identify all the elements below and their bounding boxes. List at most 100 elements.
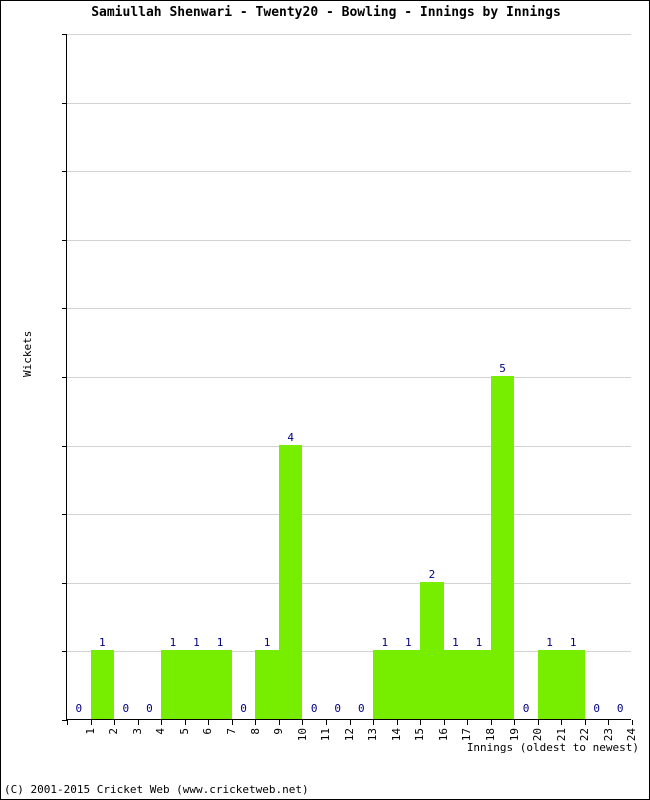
bar-column: 4 [278, 34, 303, 719]
bar-column: 0 [138, 34, 162, 719]
bar-value-label: 1 [475, 636, 483, 650]
bar [208, 650, 232, 719]
bar-value-label: 1 [193, 636, 200, 650]
bar-value-label: 0 [522, 702, 530, 715]
bar-column: 1 [373, 34, 397, 719]
x-tick-mark [608, 720, 610, 725]
bar-column: 5 [490, 34, 515, 719]
x-tick-label: 17 [460, 728, 474, 742]
x-tick-mark [349, 720, 351, 725]
x-tick-label: 7 [225, 728, 239, 735]
x-tick-label: 5 [177, 728, 191, 735]
bar [373, 650, 397, 719]
bar-value-label: 0 [146, 702, 153, 715]
x-tick-label: 11 [319, 728, 333, 742]
bar-column: 1 [396, 34, 421, 719]
bar-value-label: 1 [381, 636, 389, 650]
bar-value-label: 1 [98, 636, 106, 650]
x-tick-mark [302, 720, 304, 725]
x-tick-label: 3 [130, 728, 144, 735]
bar-value-label: 1 [569, 636, 577, 650]
x-tick-label: 9 [272, 728, 286, 735]
bar-column: 0 [585, 34, 609, 719]
bar [467, 650, 491, 719]
bar [255, 650, 279, 719]
x-tick-label: 22 [578, 728, 592, 742]
bar-value-label: 0 [593, 702, 600, 715]
bar-column: 0 [302, 34, 326, 719]
x-tick-mark [208, 720, 210, 725]
bar [490, 376, 515, 719]
bar-value-label: 1 [263, 636, 271, 650]
copyright-footer: (C) 2001-2015 Cricket Web (www.cricketwe… [4, 783, 309, 796]
bar-value-label: 0 [334, 702, 342, 715]
bar-value-label: 1 [546, 636, 553, 650]
bar [537, 650, 562, 719]
x-tick-label: 13 [366, 728, 380, 742]
x-tick-mark [137, 720, 139, 725]
x-tick-label: 15 [413, 728, 427, 742]
x-tick-label: 21 [554, 728, 568, 742]
x-axis-title: Innings (oldest to newest) [466, 741, 639, 754]
bar [90, 650, 115, 719]
bar [184, 650, 209, 719]
x-tick-mark [278, 720, 280, 725]
x-tick-mark [537, 720, 539, 725]
x-tick-mark [161, 720, 163, 725]
bar-column: 1 [208, 34, 232, 719]
bar-column: 0 [350, 34, 374, 719]
bar-column: 1 [443, 34, 468, 719]
x-tick-mark [114, 720, 116, 725]
x-tick-label: 18 [483, 728, 497, 742]
x-tick-mark [396, 720, 398, 725]
x-tick-mark [325, 720, 327, 725]
x-tick-label: 24 [625, 728, 639, 742]
bar [396, 650, 421, 719]
bar-value-label: 0 [310, 702, 318, 715]
x-tick-label: 20 [531, 728, 545, 742]
bar [561, 650, 585, 719]
bar [278, 444, 303, 719]
bar-value-label: 2 [428, 567, 436, 581]
bar-value-label: 5 [499, 362, 506, 375]
x-tick-mark [632, 720, 633, 725]
x-tick-label: 6 [201, 728, 215, 735]
bar-column: 0 [232, 34, 256, 719]
bowling-innings-chart: Samiullah Shenwari - Twenty20 - Bowling … [0, 0, 650, 800]
x-tick-mark [443, 720, 445, 725]
x-tick-mark [67, 720, 68, 725]
x-tick-mark [490, 720, 492, 725]
bar-value-label: 0 [122, 702, 130, 715]
bar-column: 1 [90, 34, 115, 719]
x-tick-label: 1 [83, 728, 97, 735]
x-tick-mark [561, 720, 563, 725]
x-tick-mark [231, 720, 233, 725]
bar-value-label: 1 [405, 636, 412, 650]
bar-column: 0 [67, 34, 91, 719]
bar-column: 0 [326, 34, 350, 719]
bar-value-label: 4 [287, 430, 294, 444]
bar-column: 1 [467, 34, 491, 719]
bar-column: 1 [161, 34, 185, 719]
bar-column: 0 [514, 34, 538, 719]
bar-column: 2 [420, 34, 444, 719]
bar-column: 1 [255, 34, 279, 719]
bar [161, 650, 185, 719]
x-tick-label: 8 [248, 728, 262, 735]
bar [443, 650, 468, 719]
bar-value-label: 0 [240, 702, 247, 715]
bar-column: 1 [184, 34, 209, 719]
x-tick-label: 12 [342, 728, 356, 742]
bar-column: 1 [537, 34, 562, 719]
x-tick-mark [584, 720, 586, 725]
x-tick-label: 16 [436, 728, 450, 742]
plot-area: 012345678910 010011101400011211501100 12… [62, 34, 638, 741]
x-tick-mark [420, 720, 422, 725]
y-axis-title: Wickets [21, 330, 34, 377]
bar-value-label: 0 [75, 702, 83, 715]
x-tick-label: 19 [507, 728, 521, 742]
bar-value-label: 1 [169, 636, 177, 650]
bar [420, 581, 444, 719]
bar-value-label: 1 [216, 636, 224, 650]
bar-column: 0 [114, 34, 138, 719]
